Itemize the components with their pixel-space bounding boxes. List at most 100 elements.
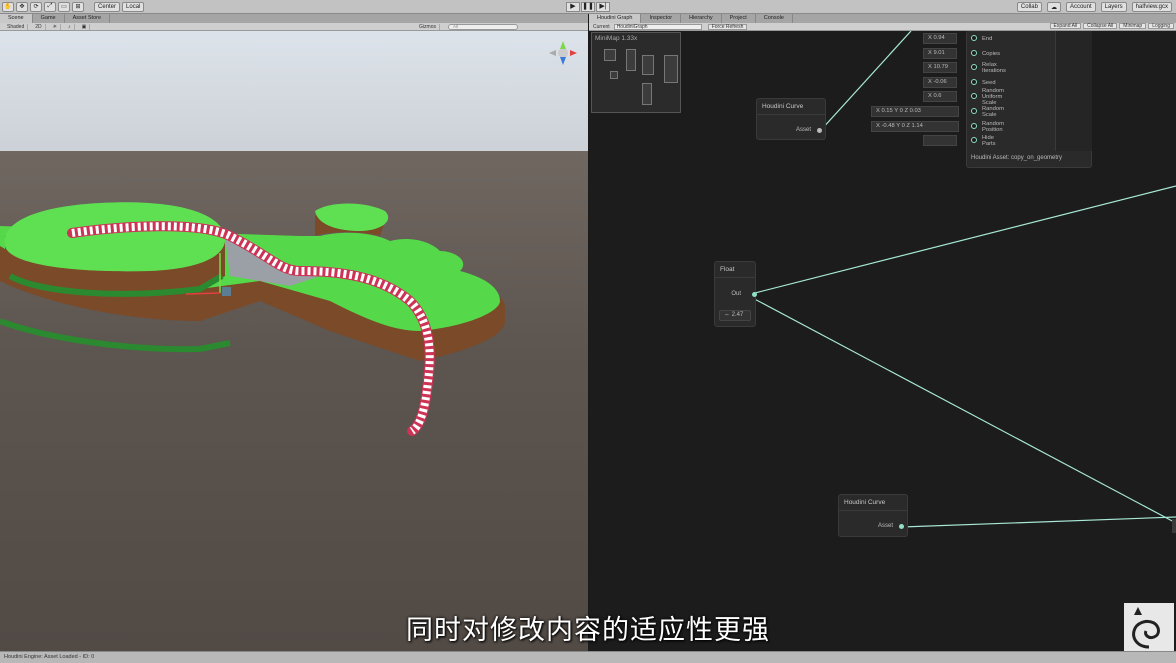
param-value[interactable]: X -0.06	[923, 77, 957, 88]
minimap-node	[610, 71, 618, 79]
status-bar: Houdini Engine: Asset Loaded - ID: 0	[0, 651, 1176, 663]
scene-viewport[interactable]	[0, 31, 588, 651]
minimap-node	[626, 49, 636, 71]
param-value[interactable]: X 10.79	[923, 62, 957, 73]
tab-asset-store[interactable]: Asset Store	[65, 14, 111, 23]
link-float-upper[interactable]	[746, 185, 1176, 296]
tab-project[interactable]: Project	[722, 14, 756, 23]
param-label: Random Scale	[982, 105, 1004, 118]
param-label: Seed	[982, 79, 996, 86]
float-value-field[interactable]: ⇔ 2.47	[719, 310, 751, 321]
tab-scene[interactable]: Scene	[0, 14, 33, 23]
param-input-port[interactable]	[971, 123, 977, 129]
scale-tool-icon[interactable]: ⤢	[44, 1, 56, 12]
param-label: Relax Iterations	[982, 61, 1006, 74]
hand-tool-icon[interactable]: ✋	[2, 1, 14, 12]
asset-port-label: Asset	[795, 127, 811, 133]
scene-search-input[interactable]: All	[448, 24, 518, 30]
hide-parts-checkbox[interactable]	[923, 135, 957, 146]
minimap-panel[interactable]: MiniMap 1.33x	[591, 32, 681, 113]
param-input-port[interactable]	[971, 64, 977, 70]
toolbar-right: Collab ☁ Account Layers halfview.gcx	[1015, 2, 1172, 12]
houdini-curve-node-top[interactable]: Houdini Curve Asset	[756, 98, 826, 140]
node-title: Houdini Curve	[757, 99, 825, 115]
expand-all-button[interactable]: Expand All	[1049, 23, 1082, 29]
transform-tools: ✋ ✥ ⟳ ⤢ ▭ ⊞	[0, 1, 84, 12]
out-port-label: Out	[731, 291, 741, 297]
float-value: 2.47	[731, 312, 744, 318]
gizmos-dropdown[interactable]: Gizmos	[416, 23, 440, 30]
param-input-port[interactable]	[971, 93, 977, 99]
shading-dropdown[interactable]: Shaded	[4, 23, 29, 30]
param-label: Hide Parts	[982, 134, 996, 147]
out-output-port[interactable]	[752, 292, 757, 297]
tab-houdini-graph[interactable]: Houdini Graph	[589, 14, 642, 23]
collapse-all-button[interactable]: Collapse All	[1083, 23, 1118, 29]
offscreen-node-edge	[1172, 519, 1176, 533]
asset-output-port[interactable]	[899, 524, 904, 529]
asset-node-output-column	[1055, 31, 1092, 151]
link-float-lower[interactable]	[746, 294, 1176, 524]
param-label: End	[982, 35, 993, 42]
gizmo-plane-handle[interactable]	[222, 287, 231, 296]
tab-inspector[interactable]: Inspector	[641, 14, 682, 23]
param-input-port[interactable]	[971, 35, 977, 41]
graph-toolbar: Current HoudiniGraph Force Refresh Expan…	[589, 23, 1176, 31]
cloud-icon[interactable]: ☁	[1046, 2, 1061, 12]
pause-icon[interactable]: ❚❚	[581, 2, 595, 12]
param-input-port[interactable]	[971, 108, 977, 114]
param-input-port[interactable]	[971, 50, 977, 56]
layout-button[interactable]: halfview.gcx	[1131, 2, 1172, 12]
param-input-port[interactable]	[971, 79, 977, 85]
minimap-node	[664, 55, 678, 83]
minimap-toggle[interactable]: Minimap	[1119, 23, 1147, 29]
asset-output-port[interactable]	[817, 128, 822, 133]
param-value[interactable]: X 0.94	[923, 33, 957, 44]
account-button[interactable]: Account	[1065, 2, 1096, 12]
unity-editor: ✋ ✥ ⟳ ⤢ ▭ ⊞ Center Local ▶ ❚❚ ▶| Collab …	[0, 0, 1176, 663]
level-geometry	[0, 41, 577, 436]
minimap-node	[642, 55, 654, 75]
tab-game[interactable]: Game	[33, 14, 65, 23]
audio-toggle-icon[interactable]: ♪	[65, 23, 75, 30]
lighting-toggle-icon[interactable]: ☀	[50, 23, 62, 30]
main-toolbar: ✋ ✥ ⟳ ⤢ ▭ ⊞ Center Local ▶ ❚❚ ▶| Collab …	[0, 0, 1176, 14]
gizmo-x-axis[interactable]	[185, 292, 221, 295]
param-value[interactable]: X -0.48 Y 0 Z 1.14	[871, 121, 959, 132]
tab-hierarchy[interactable]: Hierarchy	[681, 14, 722, 23]
layers-button[interactable]: Layers	[1100, 2, 1127, 12]
param-label: Random Uniform Scale	[982, 87, 1004, 106]
houdini-graph-canvas[interactable]: MiniMap 1.33x Houdini Curve Asset Float …	[589, 31, 1176, 651]
force-refresh-button[interactable]: Force Refresh	[707, 23, 748, 30]
drag-cursor-icon: ⇔	[724, 312, 730, 318]
collab-button[interactable]: Collab	[1016, 2, 1042, 12]
scene-orientation-gizmo[interactable]	[549, 41, 577, 65]
video-subtitle: 同时对修改内容的适应性更强	[406, 615, 770, 646]
param-value[interactable]: X 0.15 Y 0 Z 0.03	[871, 106, 959, 117]
step-icon[interactable]: ▶|	[596, 2, 610, 12]
asset-port-label: Asset	[877, 523, 893, 529]
node-title: Houdini Curve	[839, 495, 907, 511]
pivot-toggles: Center Local	[92, 1, 145, 12]
current-graph-select[interactable]: HoudiniGraph	[613, 23, 702, 30]
rotate-tool-icon[interactable]: ⟳	[30, 1, 42, 12]
float-node[interactable]: Float Out ⇔ 2.47	[714, 261, 757, 327]
play-icon[interactable]: ▶	[566, 2, 580, 12]
param-input-port[interactable]	[971, 137, 977, 143]
minimap-node	[604, 49, 616, 61]
pivot-center-button[interactable]: Center	[94, 1, 121, 12]
transform-tool-icon[interactable]: ⊞	[72, 1, 84, 12]
2d-toggle[interactable]: 2D	[32, 23, 46, 30]
effects-toggle-icon[interactable]: ▣	[79, 23, 91, 30]
tab-console[interactable]: Console	[756, 14, 793, 23]
minimap-title: MiniMap 1.33x	[595, 35, 638, 42]
rect-tool-icon[interactable]: ▭	[58, 1, 70, 12]
link-curve-bottom[interactable]	[901, 516, 1176, 528]
pivot-local-button[interactable]: Local	[122, 1, 145, 12]
param-value[interactable]: X 0.6	[923, 91, 957, 102]
houdini-curve-node-bottom[interactable]: Houdini Curve Asset	[838, 494, 908, 537]
node-title: Float	[715, 262, 755, 278]
logging-toggle[interactable]: Logging	[1148, 23, 1174, 29]
move-tool-icon[interactable]: ✥	[16, 1, 28, 12]
param-value[interactable]: X 9.01	[923, 48, 957, 59]
